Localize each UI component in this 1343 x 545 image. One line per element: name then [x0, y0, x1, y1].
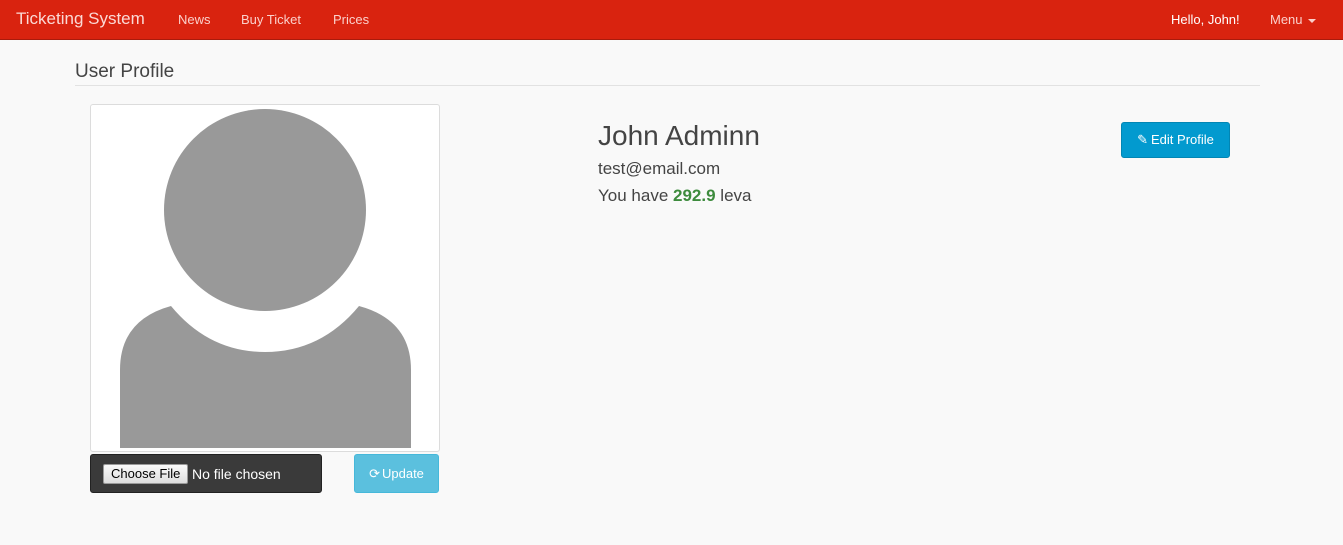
refresh-icon: ⟳ — [369, 466, 380, 481]
top-navbar: Ticketing System News Buy Ticket Prices … — [0, 0, 1343, 40]
update-label: Update — [381, 466, 424, 481]
nav-link-news[interactable]: News — [178, 12, 211, 27]
menu-label: Menu — [1270, 12, 1303, 27]
profile-photo — [90, 104, 440, 452]
user-greeting: Hello, John! — [1171, 12, 1240, 27]
balance-prefix: You have — [598, 186, 669, 205]
balance-suffix: leva — [720, 186, 752, 205]
profile-name: John Adminn — [598, 120, 760, 151]
page-title: User Profile — [75, 61, 175, 82]
balance-amount: 292.9 — [673, 186, 716, 205]
menu-dropdown[interactable]: Menu — [1270, 12, 1316, 27]
caret-down-icon — [1307, 18, 1316, 23]
default-avatar-icon — [120, 109, 411, 448]
file-status: No file chosen — [192, 466, 281, 482]
nav-link-prices[interactable]: Prices — [333, 12, 369, 27]
profile-email: test@email.com — [598, 159, 721, 178]
brand-link[interactable]: Ticketing System — [16, 9, 145, 29]
choose-file-button[interactable]: Choose File — [103, 464, 189, 484]
title-divider — [75, 85, 1260, 86]
nav-link-buy-ticket[interactable]: Buy Ticket — [241, 12, 301, 27]
update-button[interactable]: ⟳ Update — [354, 454, 439, 493]
file-input[interactable]: Choose File No file chosen — [90, 454, 322, 493]
pencil-icon: ✎ — [1137, 132, 1149, 147]
edit-profile-label: Edit Profile — [1151, 132, 1214, 147]
edit-profile-button[interactable]: ✎ Edit Profile — [1121, 122, 1230, 158]
balance-text: You have 292.9 leva — [598, 186, 751, 206]
